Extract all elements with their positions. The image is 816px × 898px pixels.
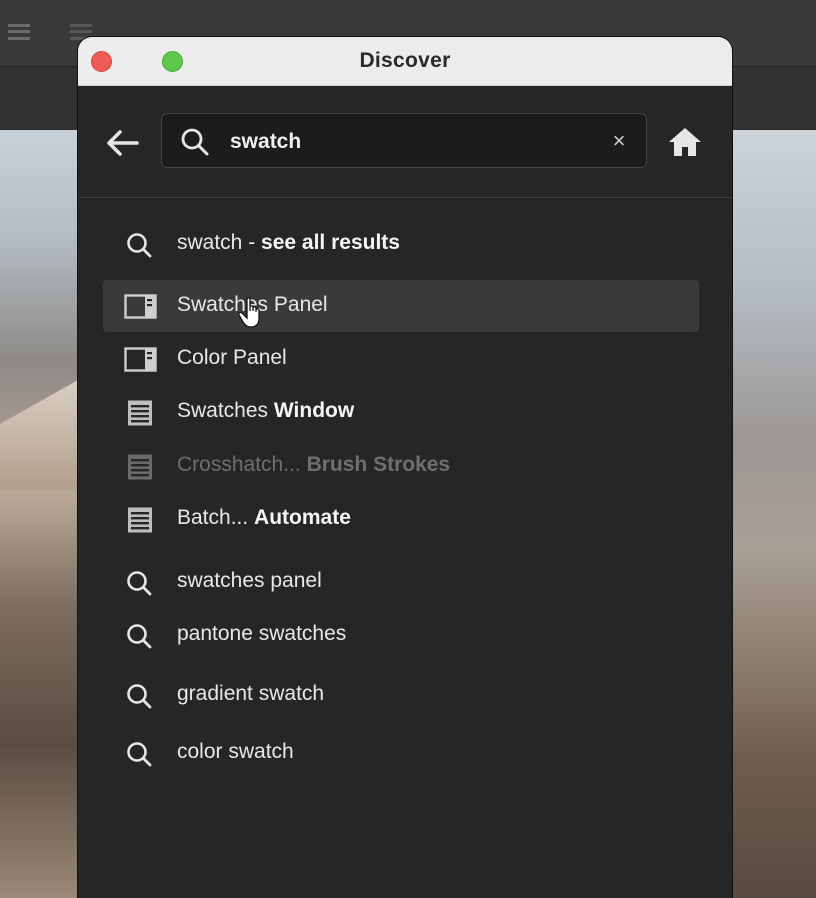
result-label-text: Batch...: [177, 506, 255, 529]
align-icon[interactable]: [8, 24, 30, 40]
menu-icon: [124, 399, 158, 427]
result-label: Crosshatch... Brush Strokes: [177, 453, 450, 477]
result-label: gradient swatch: [177, 682, 324, 706]
result-row[interactable]: Swatches Panel: [103, 280, 699, 332]
result-label-emphasis: Brush Strokes: [306, 453, 451, 476]
result-row[interactable]: Swatches Window: [103, 386, 699, 438]
panel-icon: [124, 346, 158, 374]
clear-search-button[interactable]: ×: [606, 128, 632, 154]
result-label-text: gradient swatch: [177, 682, 325, 705]
home-button[interactable]: [667, 126, 703, 158]
search-icon: [124, 622, 158, 650]
title-bar: Discover: [78, 37, 732, 86]
search-icon: [124, 569, 158, 597]
menu-icon: [124, 506, 158, 534]
result-label: pantone swatches: [177, 622, 346, 646]
result-label-emphasis: Window: [273, 399, 355, 422]
result-label-text: swatches panel: [177, 569, 322, 592]
hand-cursor-icon: [238, 297, 260, 328]
result-row[interactable]: swatch - see all results: [103, 218, 699, 270]
menu-icon: [124, 453, 158, 481]
window-title: Discover: [359, 49, 451, 72]
divider: [78, 197, 732, 198]
panel-icon: [124, 293, 158, 321]
result-label: Batch... Automate: [177, 506, 351, 530]
result-row[interactable]: Batch... Automate: [103, 493, 699, 545]
result-row[interactable]: pantone swatches: [103, 609, 699, 661]
arrow-left-icon: [107, 130, 139, 156]
result-label-text: Swatches: [177, 399, 274, 422]
result-label-text: swatch -: [177, 231, 262, 254]
search-icon: [124, 682, 158, 710]
result-row[interactable]: color swatch: [103, 727, 699, 779]
result-label: color swatch: [177, 740, 294, 764]
result-row[interactable]: Crosshatch... Brush Strokes: [103, 440, 699, 492]
search-icon: [124, 231, 158, 259]
result-label-text: color swatch: [177, 740, 294, 763]
canvas-image-right: [732, 130, 816, 898]
result-label-emphasis: see all results: [261, 231, 400, 254]
result-label-emphasis: Automate: [254, 506, 351, 529]
result-label: swatches panel: [177, 569, 322, 593]
result-label: Color Panel: [177, 346, 287, 370]
search-field[interactable]: ×: [161, 113, 647, 168]
result-label-text: Color Panel: [177, 346, 287, 369]
search-input[interactable]: [228, 126, 602, 158]
result-label-text: Crosshatch...: [177, 453, 307, 476]
result-row[interactable]: gradient swatch: [103, 669, 699, 721]
home-icon: [669, 128, 701, 156]
canvas-image: [0, 130, 78, 898]
search-icon: [124, 740, 158, 768]
result-row[interactable]: Color Panel: [103, 333, 699, 385]
search-icon: [181, 128, 209, 156]
result-label-text: pantone swatches: [177, 622, 347, 645]
result-label: Swatches Window: [177, 399, 354, 423]
result-row[interactable]: swatches panel: [103, 556, 699, 608]
result-label: swatch - see all results: [177, 231, 400, 255]
back-button[interactable]: [105, 126, 141, 160]
